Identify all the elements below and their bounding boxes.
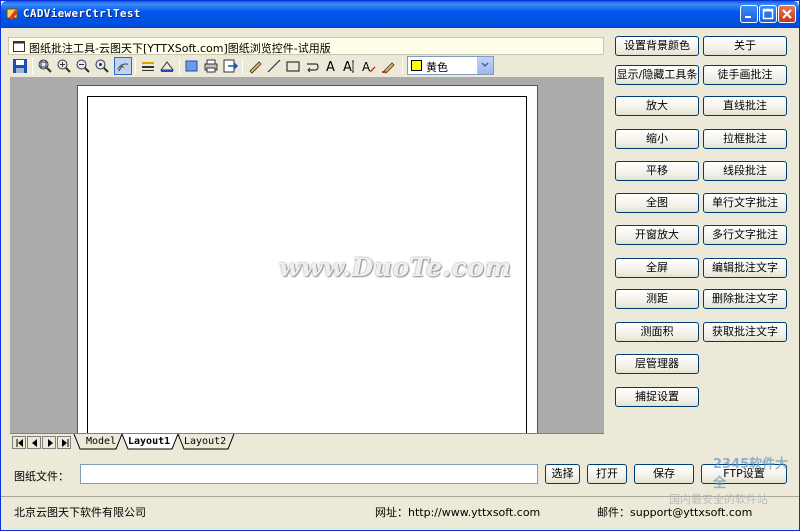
document-icon [13,41,25,55]
zoom-window-icon[interactable] [36,57,54,75]
sheet-tab-strip: Model Layout1 Layout2 [10,433,604,450]
svg-text:A: A [326,60,335,74]
measure-area-button[interactable]: 测面积 [615,322,699,342]
zoom-out-icon[interactable] [74,57,92,75]
save-button[interactable]: 保存 [634,464,694,484]
toolbar-separator [32,58,33,74]
zoom-extents-icon[interactable] [93,57,111,75]
minimize-button[interactable] [740,5,758,23]
last-sheet-button[interactable] [57,436,71,449]
watermark-text: www.DuoTe.com [279,253,512,282]
pan-icon[interactable] [114,57,132,75]
save-icon[interactable] [11,57,29,75]
edit-text-icon[interactable]: A [360,57,378,75]
company-name: 北京云图天下软件有限公司 [14,506,146,519]
maximize-icon [762,8,774,20]
sheet-tab-layout1[interactable]: Layout1 [120,435,178,450]
zoom-out-button[interactable]: 缩小 [615,129,699,149]
select-file-button[interactable]: 选择 [545,464,580,484]
close-button[interactable] [778,5,796,23]
document-info-bar: 图纸批注工具-云图天下[YTTXSoft.com]图纸浏览控件-试用版 [8,37,604,55]
overlay-watermark-slogan: 国内最安全的软件站 [669,493,768,506]
annotation-color-select[interactable]: 黄色 [407,56,494,75]
get-text-annotation-button[interactable]: 获取批注文字 [703,322,787,342]
window-zoom-button[interactable]: 开窗放大 [615,225,699,245]
edit-text-annotation-button[interactable]: 编辑批注文字 [703,258,787,278]
color-swatch [411,60,422,71]
text-icon[interactable]: A [322,57,340,75]
sheet-tab-layout2[interactable]: Layout2 [176,435,234,450]
website-text: 网址：http://www.yttxsoft.com [375,506,541,519]
app-icon [6,7,20,21]
file-label: 图纸文件： [14,470,69,483]
zoom-in-button[interactable]: 放大 [615,96,699,116]
print-icon[interactable] [202,57,220,75]
background-icon[interactable] [183,57,201,75]
first-sheet-button[interactable] [12,436,26,449]
zoom-in-icon[interactable] [55,57,73,75]
toolbar-separator [135,58,136,74]
layer-manager-button[interactable]: 层管理器 [615,354,699,374]
line-weight-icon[interactable] [158,57,176,75]
next-icon [48,439,53,447]
single-line-text-annotation-button[interactable]: 单行文字批注 [703,193,787,213]
toolbar-separator [242,58,243,74]
toolbar-separator [402,58,403,74]
eraser-icon[interactable] [379,57,397,75]
full-view-button[interactable]: 全图 [615,193,699,213]
measure-distance-button[interactable]: 测距 [615,289,699,309]
first-icon [16,439,23,447]
export-icon[interactable] [221,57,239,75]
toolbar-separator [179,58,180,74]
overlay-watermark-logo: 2345软件大全 [713,457,789,491]
set-bg-color-button[interactable]: 设置背景颜色 [615,36,699,56]
multiline-text-icon[interactable]: A [341,57,359,75]
segment-annotation-button[interactable]: 线段批注 [703,161,787,181]
full-screen-button[interactable]: 全屏 [615,258,699,278]
document-title: 图纸批注工具-云图天下[YTTXSoft.com]图纸浏览控件-试用版 [29,42,331,55]
dropdown-button[interactable] [477,57,493,74]
chevron-down-icon [481,62,489,68]
last-icon [62,439,69,447]
svg-text:A: A [362,60,371,74]
prev-icon [32,439,37,447]
minimize-icon [745,16,751,18]
svg-text:A: A [343,60,352,74]
freehand-annotation-button[interactable]: 徒手画批注 [703,65,787,85]
app-window: CADViewerCtrlTest 图纸批注工具-云图天下[YTTXSoft.c… [0,0,800,531]
color-select-value: 黄色 [426,61,448,74]
delete-text-annotation-button[interactable]: 删除批注文字 [703,289,787,309]
sheet-tab-model[interactable]: Model [78,435,124,450]
maximize-button[interactable] [759,5,777,23]
snap-settings-button[interactable]: 捕捉设置 [615,387,699,407]
open-button[interactable]: 打开 [587,464,627,484]
window-title: CADViewerCtrlTest [23,7,141,20]
pan-button[interactable]: 平移 [615,161,699,181]
toggle-toolbar-button[interactable]: 显示/隐藏工具条 [615,65,699,85]
layer-icon[interactable] [139,57,157,75]
next-sheet-button[interactable] [42,436,56,449]
about-button[interactable]: 关于 [703,36,787,56]
rectangle-icon[interactable] [284,57,302,75]
polyline-icon[interactable] [303,57,321,75]
close-icon [782,9,792,19]
pencil-icon[interactable] [246,57,264,75]
box-annotation-button[interactable]: 拉框批注 [703,129,787,149]
line-annotation-button[interactable]: 直线批注 [703,96,787,116]
file-path-input[interactable] [80,464,538,484]
line-icon[interactable] [265,57,283,75]
title-bar[interactable]: CADViewerCtrlTest [1,1,799,28]
multi-line-text-annotation-button[interactable]: 多行文字批注 [703,225,787,245]
prev-sheet-button[interactable] [27,436,41,449]
drawing-toolbar: A A A 黄色 [8,56,604,76]
